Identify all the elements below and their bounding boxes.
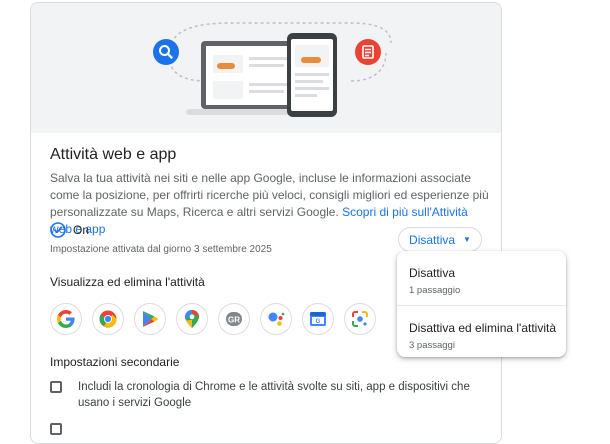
hero-illustration: [31, 3, 501, 133]
disable-button-label: Disattiva: [409, 232, 456, 247]
caret-down-icon: ▼: [463, 235, 471, 244]
app-icons-row: GR G: [50, 303, 386, 335]
check-circle-icon: [50, 222, 66, 238]
activity-card: Attività web e app Salva la tua attività…: [30, 2, 502, 444]
menu-item-subtitle: 3 passaggi: [409, 340, 455, 351]
section-title: Attività web e app: [50, 146, 177, 163]
svg-text:GR: GR: [228, 316, 240, 325]
menu-item-disable[interactable]: Disattiva 1 passaggio: [409, 266, 460, 296]
chrome-history-option: Includi la cronologia di Chrome e le att…: [50, 379, 478, 411]
maps-icon[interactable]: [176, 303, 208, 335]
enabled-since: Impostazione attivata dal giorno 3 sette…: [50, 244, 272, 255]
view-delete-title: Visualizza ed elimina l'attività: [50, 275, 205, 289]
menu-item-title: Disattiva ed elimina l'attività: [409, 321, 557, 335]
disable-button[interactable]: Disattiva ▼: [398, 227, 482, 252]
chrome-history-label: Includi la cronologia di Chrome e le att…: [78, 381, 470, 409]
google-icon[interactable]: [50, 303, 82, 335]
lens-icon[interactable]: [344, 303, 376, 335]
document-icon: [355, 39, 381, 65]
menu-divider: [397, 305, 566, 306]
second-option-checkbox[interactable]: [50, 423, 62, 435]
google-news-icon[interactable]: GR: [218, 303, 250, 335]
chrome-icon[interactable]: [92, 303, 124, 335]
status-text: On: [73, 223, 90, 237]
status-row: On: [50, 222, 89, 238]
chrome-history-checkbox[interactable]: [50, 381, 62, 393]
google-calendar-icon[interactable]: G: [302, 303, 334, 335]
menu-item-title: Disattiva: [409, 266, 456, 280]
search-icon: [153, 39, 179, 65]
menu-item-disable-and-delete[interactable]: Disattiva ed elimina l'attività 3 passag…: [409, 321, 556, 351]
disable-menu: Disattiva 1 passaggio Disattiva ed elimi…: [397, 251, 566, 357]
assistant-icon[interactable]: [260, 303, 292, 335]
svg-text:G: G: [316, 319, 321, 325]
menu-item-subtitle: 1 passaggio: [409, 285, 461, 296]
play-store-icon[interactable]: [134, 303, 166, 335]
secondary-settings-title: Impostazioni secondarie: [50, 355, 180, 369]
